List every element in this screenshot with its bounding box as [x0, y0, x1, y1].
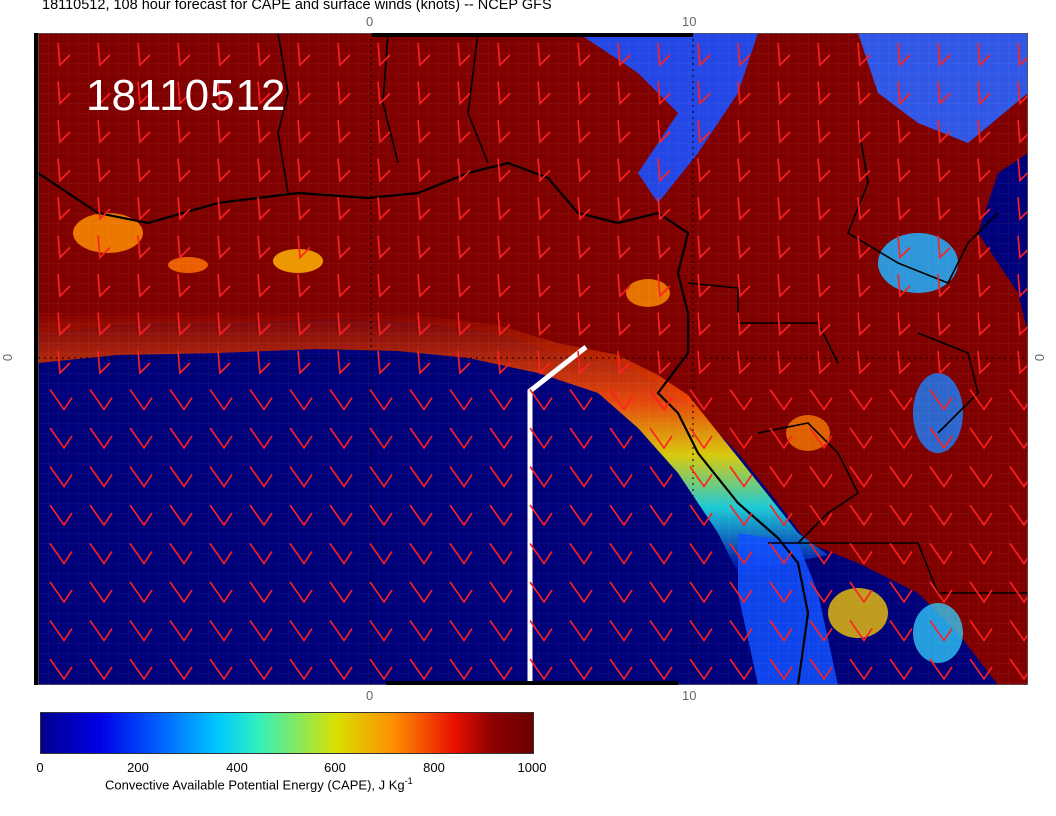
cape-colorbar	[40, 712, 534, 754]
top-scale-bar	[372, 33, 693, 37]
lon-bottom-0: 0	[366, 688, 374, 703]
left-frame-bar	[34, 33, 38, 685]
colorbar-tick-0: 0	[36, 760, 44, 775]
colorbar-tick-200: 200	[127, 760, 149, 775]
lon-top-0: 0	[366, 14, 374, 29]
colorbar-label: Convective Available Potential Energy (C…	[105, 776, 413, 793]
colorbar-tick-400: 400	[226, 760, 248, 775]
cape-map: 18110512	[38, 33, 1028, 685]
lon-bottom-10: 10	[682, 688, 697, 703]
bottom-scale-bar	[386, 681, 678, 685]
colorbar-tick-600: 600	[324, 760, 346, 775]
map-title: 18110512, 108 hour forecast for CAPE and…	[42, 0, 552, 13]
lat-left-0: 0	[0, 353, 16, 362]
lon-top-10: 10	[682, 14, 697, 29]
colorbar-tick-800: 800	[423, 760, 445, 775]
forecast-stamp: 18110512	[86, 71, 287, 120]
lat-right-0: 0	[1032, 353, 1048, 362]
colorbar-tick-1000: 1000	[517, 760, 547, 775]
map-canvas	[38, 33, 1028, 685]
